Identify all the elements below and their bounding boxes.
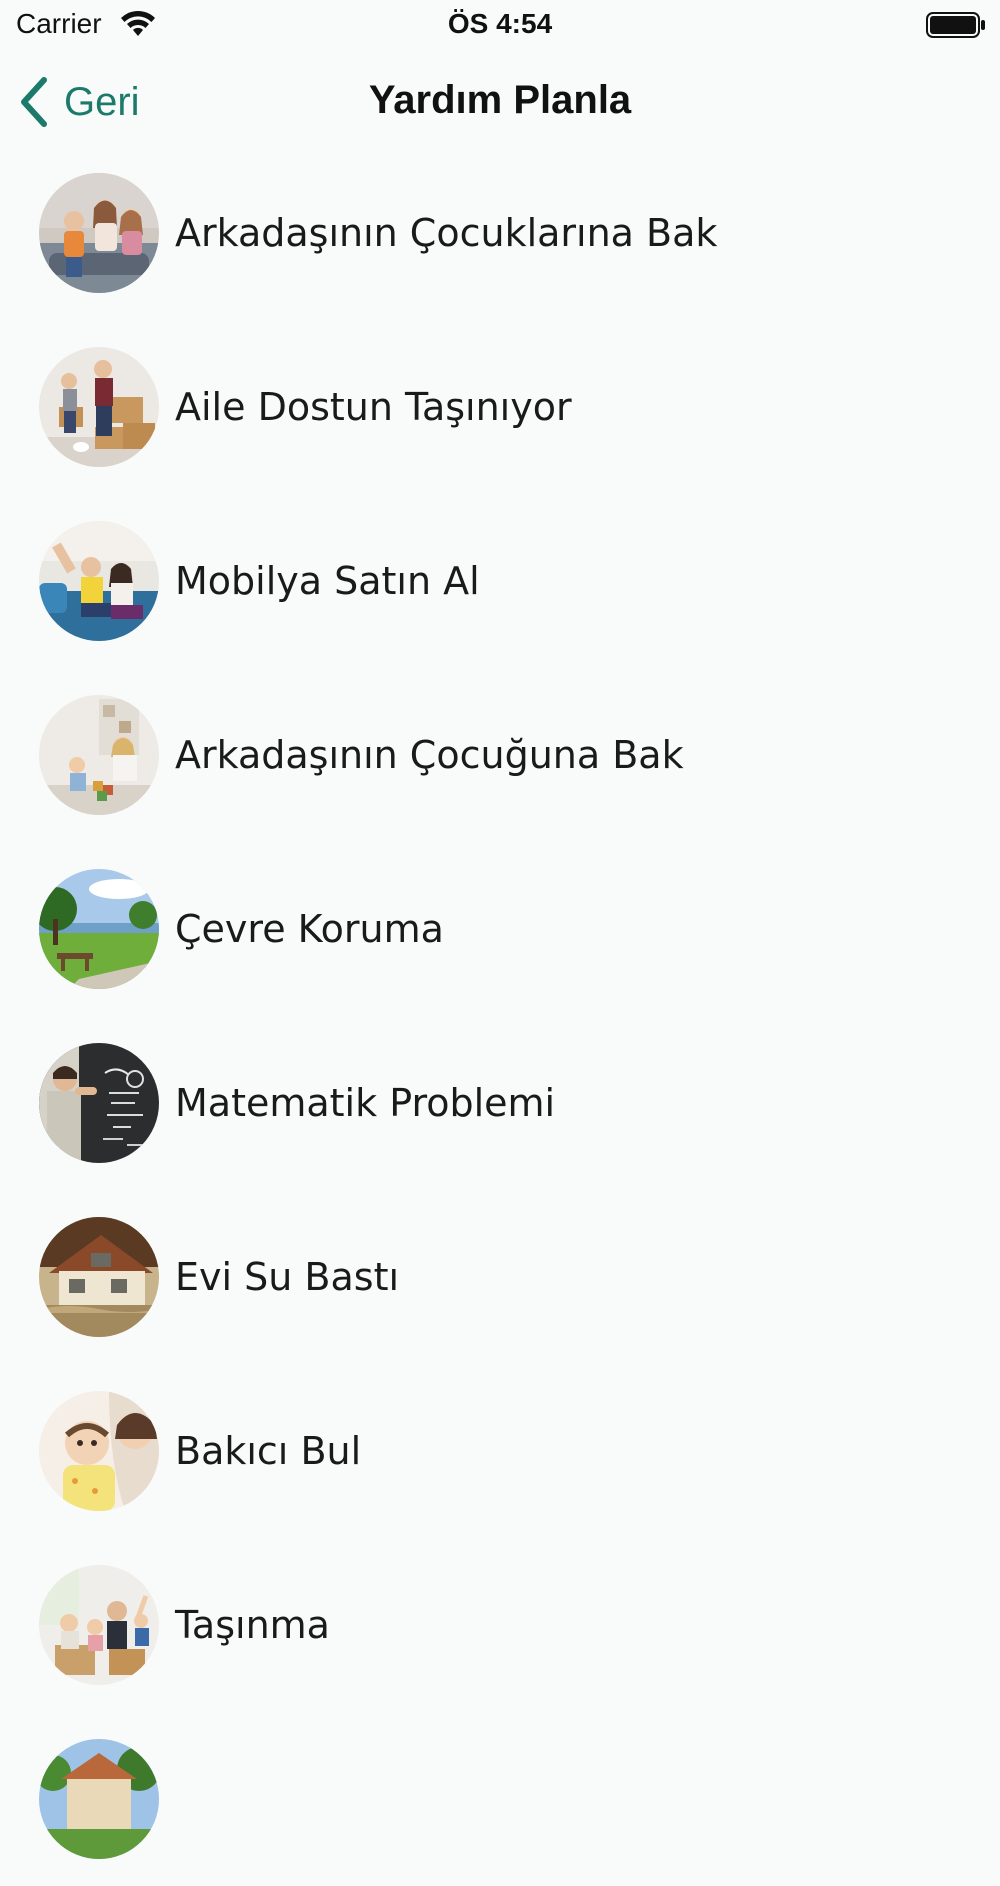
list-item-label: Çevre Koruma: [175, 907, 444, 951]
list-item[interactable]: [0, 1712, 1000, 1886]
list-item[interactable]: Arkadaşının Çocuklarına Bak: [0, 146, 1000, 320]
list-item[interactable]: Mobilya Satın Al: [0, 494, 1000, 668]
page-title: Yardım Planla: [368, 78, 632, 122]
children-on-couch-photo: [39, 173, 159, 293]
park-lake-photo: [39, 869, 159, 989]
baby-and-caregiver-photo: [39, 1391, 159, 1511]
list-item[interactable]: Matematik Problemi: [0, 1016, 1000, 1190]
list-item[interactable]: Evi Su Bastı: [0, 1190, 1000, 1364]
navigation-bar: Geri Yardım Planla: [0, 60, 1000, 146]
list-item-label: Arkadaşının Çocuğuna Bak: [175, 733, 684, 777]
house-photo: [39, 1739, 159, 1859]
list-item[interactable]: Bakıcı Bul: [0, 1364, 1000, 1538]
list-item-label: Bakıcı Bul: [175, 1429, 362, 1473]
family-moving-boxes-photo: [39, 347, 159, 467]
status-time: ÖS 4:54: [447, 8, 553, 39]
list-item-label: Evi Su Bastı: [175, 1255, 400, 1299]
battery-icon: [926, 12, 985, 38]
mother-child-playing-photo: [39, 695, 159, 815]
list-item-label: Aile Dostun Taşınıyor: [175, 385, 572, 429]
list-item[interactable]: Taşınma: [0, 1538, 1000, 1712]
family-moving-photo: [39, 1565, 159, 1685]
teacher-chalkboard-photo: [39, 1043, 159, 1163]
list-item-label: Mobilya Satın Al: [175, 559, 480, 603]
list-item[interactable]: Aile Dostun Taşınıyor: [0, 320, 1000, 494]
list-item-label: Arkadaşının Çocuklarına Bak: [175, 211, 718, 255]
couple-on-sofa-photo: [39, 521, 159, 641]
list-item-label: Matematik Problemi: [175, 1081, 556, 1125]
status-bar: Carrier ÖS 4:54: [0, 0, 1000, 50]
help-plan-list: Arkadaşının Çocuklarına Bak Aile Dostun …: [0, 146, 1000, 1886]
flooded-house-photo: [39, 1217, 159, 1337]
list-item[interactable]: Çevre Koruma: [0, 842, 1000, 1016]
list-item-label: Taşınma: [175, 1603, 330, 1647]
list-item[interactable]: Arkadaşının Çocuğuna Bak: [0, 668, 1000, 842]
